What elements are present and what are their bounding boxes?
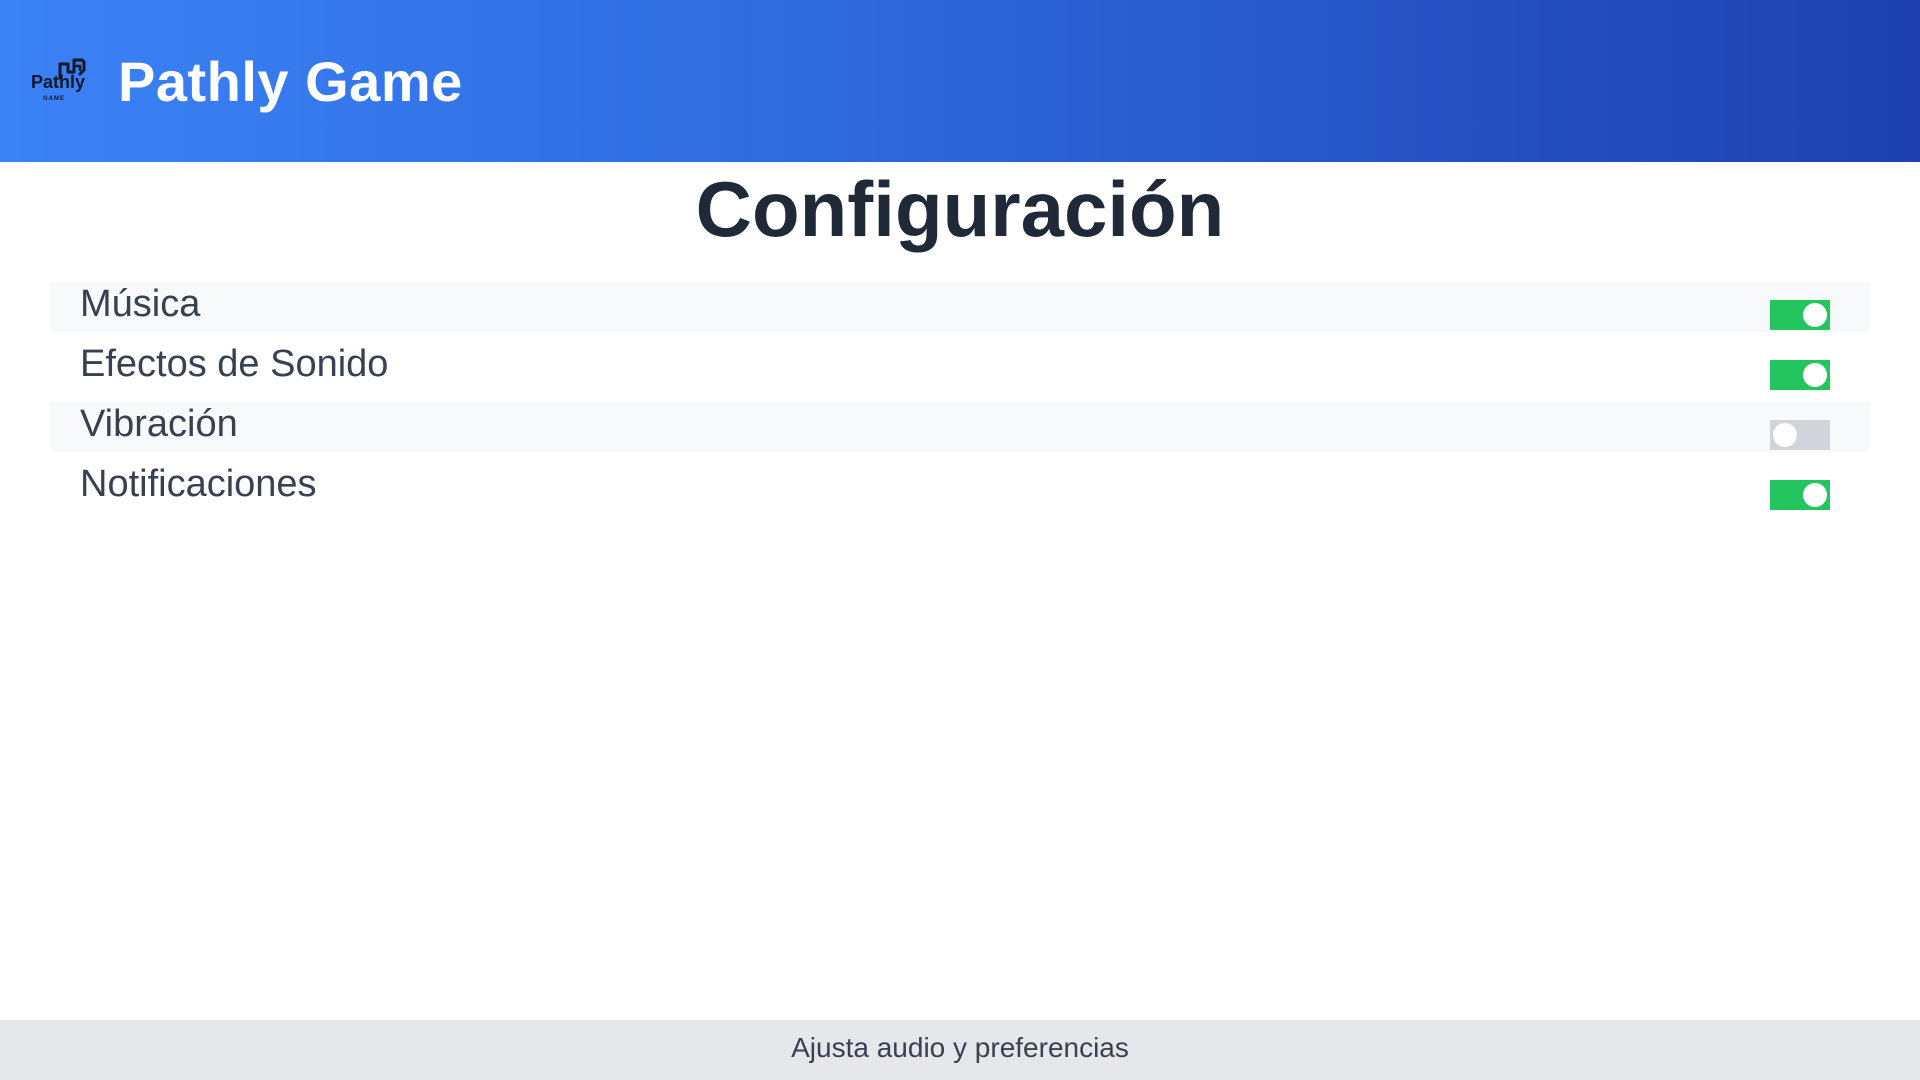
sound-effects-toggle[interactable] (1770, 360, 1830, 390)
notifications-toggle[interactable] (1770, 480, 1830, 510)
footer: Ajusta audio y preferencias (0, 1020, 1920, 1080)
setting-row-notificaciones: Notificaciones (50, 462, 1870, 512)
setting-label: Música (80, 283, 201, 325)
svg-text:Pathly: Pathly (31, 72, 85, 92)
music-toggle[interactable] (1770, 300, 1830, 330)
page-title: Configuración (695, 165, 1225, 253)
toggle-knob (1773, 423, 1797, 447)
path-logo-icon: Pathly GAME (31, 58, 86, 102)
setting-row-musica: Música (50, 282, 1870, 332)
settings-screen: Pathly GAME Pathly Game Configuración Mú… (0, 0, 1920, 1080)
vibration-toggle[interactable] (1770, 420, 1830, 450)
pathly-logo: Pathly GAME (30, 52, 88, 110)
toggle-knob (1803, 303, 1827, 327)
setting-label: Vibración (80, 403, 238, 445)
toggle-knob (1803, 363, 1827, 387)
setting-row-vibracion: Vibración (50, 402, 1870, 452)
settings-list: Música Efectos de Sonido Vibración Notif… (50, 282, 1870, 522)
app-title: Pathly Game (118, 49, 463, 113)
toggle-knob (1803, 483, 1827, 507)
footer-text: Ajusta audio y preferencias (791, 1032, 1129, 1063)
setting-row-efectos: Efectos de Sonido (50, 342, 1870, 392)
app-header: Pathly GAME Pathly Game (0, 0, 1920, 162)
svg-text:GAME: GAME (43, 96, 65, 102)
setting-label: Notificaciones (80, 463, 317, 505)
setting-label: Efectos de Sonido (80, 343, 389, 385)
